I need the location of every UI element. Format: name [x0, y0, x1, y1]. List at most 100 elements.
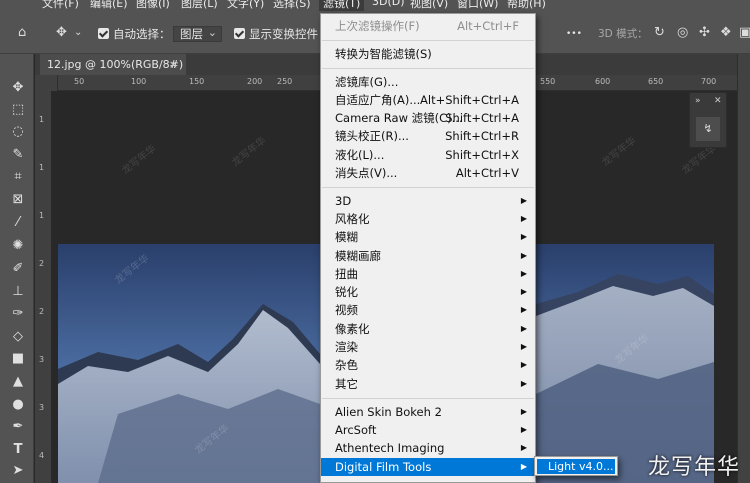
menu-item-3d[interactable]: 3D ▶: [321, 192, 535, 210]
menu-item-blur-gallery[interactable]: 模糊画廊 ▶: [321, 247, 535, 265]
menu-item-adaptive-wide-angle[interactable]: 自适应广角(A)... Alt+Shift+Ctrl+A: [321, 91, 535, 109]
menu-item-digital-film-tools[interactable]: Digital Film Tools ▶: [321, 458, 535, 476]
submenu-arrow-icon: ▶: [520, 425, 527, 434]
menu-separator: [322, 187, 534, 188]
menu-item-pixelate[interactable]: 像素化 ▶: [321, 320, 535, 338]
quick-select-icon[interactable]: ✎: [8, 146, 28, 164]
canvas-watermark: 龙写年华: [600, 135, 639, 169]
orbit-3d-icon[interactable]: ↻: [654, 25, 665, 40]
home-icon[interactable]: ⌂: [18, 25, 26, 40]
gradient-icon[interactable]: ■: [8, 350, 28, 368]
digital-film-tools-submenu: Light v4.0...: [534, 456, 618, 476]
menu-item-label: Digital Film Tools: [335, 460, 432, 474]
checkbox-icon: [98, 28, 109, 39]
menu-item-athentech[interactable]: Athentech Imaging ▶: [321, 439, 535, 457]
history-panel-icon[interactable]: ↯: [696, 117, 720, 141]
menu-item-camera-raw[interactable]: Camera Raw 滤镜(C)... Shift+Ctrl+A: [321, 109, 535, 127]
pan-3d-icon[interactable]: ✣: [699, 25, 710, 40]
menu-image[interactable]: 图像(I): [136, 0, 170, 11]
menu-separator: [322, 68, 534, 69]
menu-item-shortcut: Shift+Ctrl+X: [445, 148, 519, 162]
menu-item-distort[interactable]: 扭曲 ▶: [321, 265, 535, 283]
submenu-arrow-icon: ▶: [520, 342, 527, 351]
brush-icon[interactable]: ✐: [8, 260, 28, 278]
move-tool-icon[interactable]: ✥: [56, 25, 67, 40]
watermark-text: 龙写年华: [648, 455, 741, 480]
eraser-icon[interactable]: ◇: [8, 328, 28, 346]
slide-3d-icon[interactable]: ❖: [720, 25, 732, 40]
menu-bar: 文件(F) 编辑(E) 图像(I) 图层(L) 文字(Y) 选择(S) 滤镜(T…: [0, 0, 750, 14]
menu-3d[interactable]: 3D(D): [372, 0, 405, 8]
menu-edit[interactable]: 编辑(E): [90, 0, 128, 11]
menu-help[interactable]: 帮助(H): [507, 0, 546, 11]
menu-item-label: 镜头校正(R)...: [335, 129, 409, 143]
layer-select-dropdown[interactable]: 图层: [173, 26, 222, 42]
menu-item-arcsoft[interactable]: ArcSoft ▶: [321, 421, 535, 439]
pen-icon[interactable]: ✒: [8, 418, 28, 436]
blur-icon[interactable]: ▲: [8, 373, 28, 391]
menu-item-vanishing-point[interactable]: 消失点(V)... Alt+Ctrl+V: [321, 164, 535, 182]
menu-file[interactable]: 文件(F): [42, 0, 79, 11]
expand-icon[interactable]: »: [695, 96, 701, 106]
marquee-icon[interactable]: ⬚: [8, 101, 28, 119]
menu-item-label: 锐化: [335, 285, 358, 299]
menu-item-lens-correction[interactable]: 镜头校正(R)... Shift+Ctrl+R: [321, 127, 535, 145]
menu-filter[interactable]: 滤镜(T): [319, 0, 365, 11]
menu-item-label: 滤镜库(G)...: [335, 75, 399, 89]
crop-icon[interactable]: ⌗: [8, 168, 28, 186]
menu-item-filter-gallery[interactable]: 滤镜库(G)...: [321, 73, 535, 91]
canvas-watermark: 龙写年华: [230, 135, 269, 169]
menu-item-video[interactable]: 视频 ▶: [321, 301, 535, 319]
close-icon[interactable]: ×: [169, 54, 178, 75]
menu-item-label: 消失点(V)...: [335, 166, 398, 180]
menu-window[interactable]: 窗口(W): [457, 0, 498, 11]
stamp-icon[interactable]: ⊥: [8, 283, 28, 301]
menu-item-blur[interactable]: 模糊 ▶: [321, 228, 535, 246]
path-select-icon[interactable]: ➤: [8, 462, 28, 480]
menu-item-label: 转换为智能滤镜(S): [335, 47, 432, 61]
eyedropper-icon[interactable]: ⁄: [8, 214, 28, 232]
menu-item-label: 像素化: [335, 322, 370, 336]
move-icon[interactable]: ✥: [8, 79, 28, 97]
document-tab[interactable]: 12.jpg @ 100%(RGB/8#) ×: [40, 54, 186, 75]
menu-type[interactable]: 文字(Y): [227, 0, 264, 11]
filter-menu: 上次滤镜操作(F) Alt+Ctrl+F 转换为智能滤镜(S) 滤镜库(G)..…: [320, 13, 536, 483]
menu-item-label: 杂色: [335, 358, 358, 372]
menu-item-render[interactable]: 渲染 ▶: [321, 338, 535, 356]
frame-icon[interactable]: ⊠: [8, 191, 28, 209]
menu-item-sharpen[interactable]: 锐化 ▶: [321, 283, 535, 301]
submenu-arrow-icon: ▶: [520, 379, 527, 388]
vertical-ruler[interactable]: 1 1 1 2 2 3 3 4: [35, 91, 51, 483]
menu-item-noise[interactable]: 杂色 ▶: [321, 356, 535, 374]
lasso-icon[interactable]: ◌: [8, 123, 28, 141]
scale-3d-icon[interactable]: ▣: [739, 25, 750, 40]
menu-item-convert-smart-filter[interactable]: 转换为智能滤镜(S): [321, 45, 535, 63]
history-brush-icon[interactable]: ✑: [8, 305, 28, 323]
ruler-tick: 3: [39, 403, 45, 412]
menu-item-liquify[interactable]: 液化(L)... Shift+Ctrl+X: [321, 146, 535, 164]
menu-item-stylize[interactable]: 风格化 ▶: [321, 210, 535, 228]
ruler-tick: 150: [189, 77, 205, 86]
auto-select-checkbox[interactable]: 自动选择：: [98, 25, 171, 43]
type-icon[interactable]: T: [8, 441, 28, 459]
chevron-down-icon[interactable]: ⌄: [74, 27, 82, 38]
more-options-button[interactable]: •••: [566, 25, 582, 43]
menu-item-other[interactable]: 其它 ▶: [321, 375, 535, 393]
dodge-icon[interactable]: ●: [8, 396, 28, 414]
menu-item-label: 视频: [335, 303, 358, 317]
close-icon[interactable]: ✕: [714, 96, 722, 106]
ruler-tick: 1: [39, 163, 45, 172]
menu-item-shortcut: Alt+Ctrl+F: [457, 19, 519, 33]
healing-brush-icon[interactable]: ✺: [8, 237, 28, 255]
ruler-tick: 3: [39, 355, 45, 364]
roll-3d-icon[interactable]: ◎: [677, 25, 688, 40]
menu-layer[interactable]: 图层(L): [181, 0, 218, 11]
ruler-tick: 1: [39, 211, 45, 220]
menu-item-label: Alien Skin Bokeh 2: [335, 405, 442, 419]
menu-view[interactable]: 视图(V): [410, 0, 448, 11]
menu-select[interactable]: 选择(S): [273, 0, 311, 11]
submenu-item-light[interactable]: Light v4.0...: [537, 459, 615, 474]
menu-item-label: 风格化: [335, 212, 370, 226]
menu-item-alien-skin[interactable]: Alien Skin Bokeh 2 ▶: [321, 403, 535, 421]
show-transform-checkbox[interactable]: 显示变换控件: [234, 25, 318, 43]
